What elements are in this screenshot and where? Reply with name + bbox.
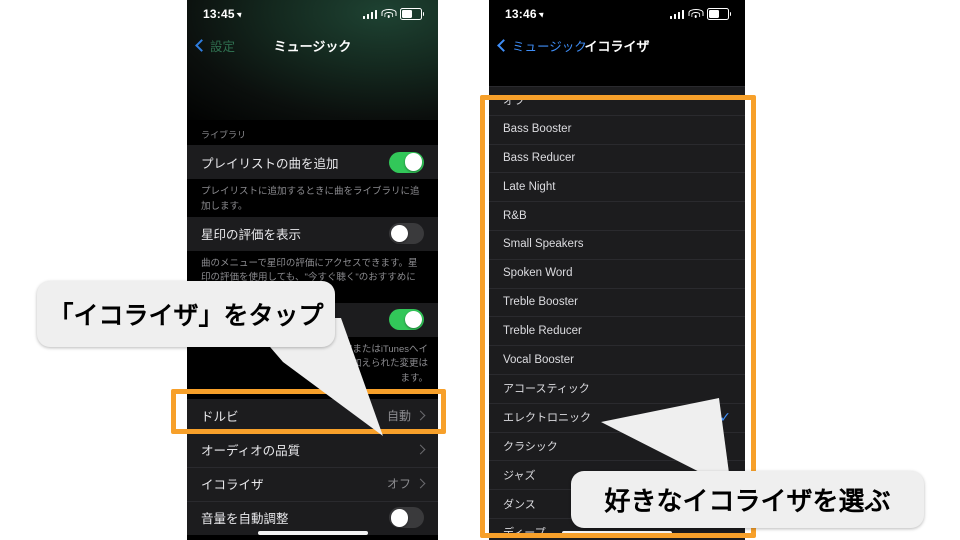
row-label: イコライザ <box>201 478 264 493</box>
battery-icon <box>707 8 732 20</box>
back-button-label: 設定 <box>210 39 236 54</box>
wifi-icon <box>688 9 703 19</box>
toggle-show-star-ratings[interactable] <box>389 223 424 245</box>
toggle-auto-volume[interactable] <box>389 507 424 529</box>
toggle-knob <box>390 509 409 527</box>
status-indicators-left <box>362 8 425 20</box>
row-add-playlist-songs[interactable]: プレイリストの曲を追加 <box>187 145 438 180</box>
footnote-add-playlist-songs: プレイリストに追加するときに曲をライブラリに追加します。 <box>201 186 420 212</box>
callout-text: 「イコライザ」をタップ <box>48 302 324 330</box>
wifi-icon <box>381 9 396 19</box>
row-value-group: オフ <box>386 475 426 492</box>
status-bar-left: 13:45 <box>187 0 438 28</box>
toggle-knob <box>390 224 409 243</box>
back-button-music[interactable]: ミュージック <box>497 36 587 55</box>
list-top-gap <box>489 62 745 86</box>
chevron-right-icon <box>415 478 426 489</box>
nav-bar-right: ミュージック イコライザ <box>489 28 745 62</box>
home-indicator-left <box>257 531 368 535</box>
cellular-bars-icon <box>669 9 684 19</box>
chevron-left-icon <box>497 38 510 52</box>
location-arrow-icon <box>538 10 546 18</box>
status-bar-right: 13:46 <box>489 0 745 28</box>
row-equalizer[interactable]: イコライザ オフ <box>187 466 438 501</box>
row-auto-volume[interactable]: 音量を自動調整 <box>187 500 438 535</box>
status-time-text-right: 13:46 <box>505 7 537 21</box>
section-gap <box>187 534 438 540</box>
back-button-settings[interactable]: 設定 <box>195 36 236 55</box>
row-label: 星印の評価を表示 <box>201 228 302 243</box>
callout-tap-equalizer: 「イコライザ」をタップ <box>37 281 335 347</box>
status-time-text-left: 13:45 <box>203 7 235 21</box>
callout-choose-equalizer: 好きなイコライザを選ぶ <box>571 471 924 528</box>
toggle-knob <box>404 153 423 171</box>
status-time-right: 13:46 <box>505 7 546 21</box>
callout-text: 好きなイコライザを選ぶ <box>604 486 891 516</box>
battery-icon <box>400 8 425 20</box>
phone-screen-music-settings: 13:45 設定 ミュージック ストリーミング、ライブラリのアップデート、アート… <box>187 0 438 540</box>
status-time-left: 13:45 <box>203 7 244 21</box>
row-label: プレイリストの曲を追加 <box>201 156 339 171</box>
cellular-bars-icon <box>362 9 377 19</box>
row-value: オフ <box>386 477 411 492</box>
chevron-left-icon <box>195 38 208 52</box>
screenshot-stage: 13:45 設定 ミュージック ストリーミング、ライブラリのアップデート、アート… <box>0 0 960 540</box>
nav-bar-left: 設定 ミュージック <box>187 28 438 62</box>
back-button-label: ミュージック <box>512 39 587 54</box>
status-indicators-right <box>669 8 732 20</box>
toggle-add-playlist-songs[interactable] <box>389 151 424 173</box>
row-show-star-ratings[interactable]: 星印の評価を表示 <box>187 216 438 251</box>
row-label: 音量を自動調整 <box>201 512 289 527</box>
location-arrow-icon <box>236 10 244 18</box>
